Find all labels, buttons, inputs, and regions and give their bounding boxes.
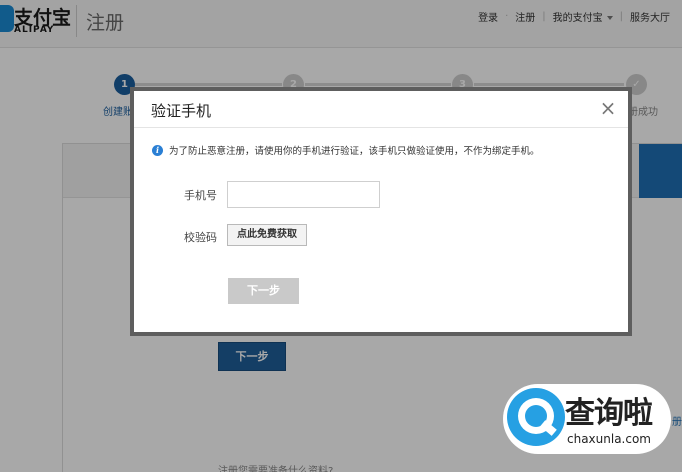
notice-text: 为了防止恶意注册，请使用你的手机进行验证，该手机只做验证使用，不作为绑定手机。 <box>169 146 540 157</box>
dialog-header: 验证手机 × <box>134 91 628 128</box>
dialog-title: 验证手机 <box>151 102 212 120</box>
code-label: 校验码 <box>184 231 217 244</box>
notice-message: i 为了防止恶意注册，请使用你的手机进行验证，该手机只做验证使用，不作为绑定手机… <box>152 143 540 157</box>
dialog-next-button[interactable]: 下一步 <box>228 278 299 304</box>
get-code-button[interactable]: 点此免费获取 <box>227 224 307 246</box>
phone-input[interactable] <box>227 181 380 208</box>
verify-phone-dialog: 验证手机 × i 为了防止恶意注册，请使用你的手机进行验证，该手机只做验证使用，… <box>130 87 632 336</box>
watermark-text: 查询啦 <box>565 396 653 431</box>
watermark-url: chaxunla.com <box>567 432 651 446</box>
phone-label: 手机号 <box>184 189 217 202</box>
info-icon: i <box>152 144 163 156</box>
close-icon[interactable]: × <box>598 97 618 119</box>
